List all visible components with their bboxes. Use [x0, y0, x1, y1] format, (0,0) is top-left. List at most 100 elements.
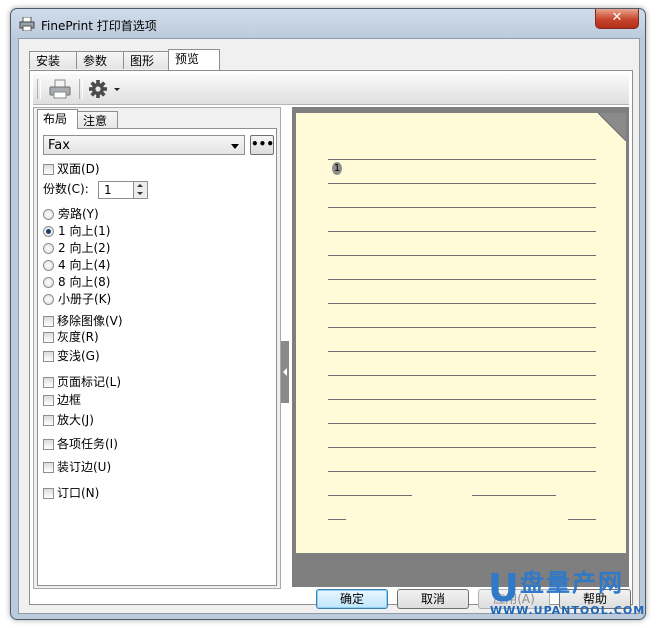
- watermark-url: WWW.UPANTOOL.COM: [490, 604, 646, 617]
- checkbox-label: 移除图像(V): [57, 314, 123, 328]
- pages-option-2up[interactable]: 2 向上(2): [43, 240, 110, 256]
- checkbox-label: 边框: [57, 393, 82, 407]
- site-watermark: U 盘量产网 WWW.UPANTOOL.COM: [488, 566, 648, 618]
- enlarge-checkbox[interactable]: 放大(J): [43, 412, 94, 428]
- radio-button[interactable]: [43, 209, 54, 220]
- text-line: [328, 375, 596, 376]
- toolbar: [33, 74, 629, 105]
- text-line: [328, 159, 596, 160]
- subtab-layout[interactable]: 布局: [37, 109, 78, 129]
- remove-images-checkbox[interactable]: 移除图像(V): [43, 313, 123, 329]
- checkbox-box[interactable]: [43, 164, 54, 175]
- spin-buttons: [133, 182, 147, 198]
- checkbox-label: 灰度(R): [57, 330, 99, 344]
- toolbar-grip: [37, 79, 41, 99]
- more-options-button[interactable]: •••: [250, 135, 274, 155]
- page-number-badge: 1: [332, 162, 342, 175]
- ok-button[interactable]: 确定: [316, 589, 388, 609]
- spin-down-button[interactable]: [134, 190, 147, 198]
- dialog-client: 安装 参数 图形 预览 布局 注意 Fax ••• 双面(D) 份数(C): 1…: [18, 38, 640, 614]
- subtab-notes[interactable]: 注意: [77, 111, 118, 129]
- text-line: [328, 495, 412, 496]
- watermark-logo: U: [488, 566, 519, 610]
- checkbox-label: 变浅(G): [57, 349, 100, 363]
- checkbox-label: 页面标记(L): [57, 375, 122, 389]
- text-line: [328, 423, 596, 424]
- border-checkbox[interactable]: 边框: [43, 392, 81, 408]
- checkbox-box[interactable]: [43, 395, 54, 406]
- preview-area: 1: [292, 107, 629, 587]
- printer-icon: [19, 17, 35, 31]
- lighten-checkbox[interactable]: 变浅(G): [43, 348, 100, 364]
- tab-graphics[interactable]: 图形: [123, 51, 169, 69]
- settings-menu-button[interactable]: [87, 77, 127, 101]
- text-line: [328, 471, 596, 472]
- checkbox-box[interactable]: [43, 377, 54, 388]
- radio-button[interactable]: [43, 243, 54, 254]
- pages-option-4up[interactable]: 4 向上(4): [43, 257, 110, 273]
- radio-label: 8 向上(8): [58, 275, 111, 289]
- radio-label: 旁路(Y): [58, 207, 99, 221]
- text-line: [328, 519, 346, 520]
- pages-option-booklet[interactable]: 小册子(K): [43, 291, 111, 307]
- checkbox-box[interactable]: [43, 488, 54, 499]
- radio-label: 2 向上(2): [58, 241, 111, 255]
- text-line: [328, 255, 596, 256]
- tab-parameters[interactable]: 参数: [76, 51, 124, 69]
- title-bar: FinePrint 打印首选项 ✕: [11, 9, 645, 39]
- window-title: FinePrint 打印首选项: [41, 19, 157, 33]
- radio-button-selected[interactable]: [43, 226, 54, 237]
- text-line: [328, 231, 596, 232]
- chevron-down-icon: [231, 144, 239, 149]
- copies-stepper[interactable]: 1: [98, 181, 148, 199]
- toolbar-separator: [79, 79, 83, 99]
- text-line: [328, 447, 596, 448]
- text-line: [328, 183, 596, 184]
- checkbox-box[interactable]: [43, 332, 54, 343]
- per-job-checkbox[interactable]: 各项任务(I): [43, 436, 118, 452]
- checkbox-box[interactable]: [43, 415, 54, 426]
- checkbox-box[interactable]: [43, 316, 54, 327]
- close-button[interactable]: ✕: [595, 9, 639, 29]
- printer-icon: [49, 79, 71, 99]
- pages-option-1up[interactable]: 1 向上(1): [43, 223, 110, 239]
- radio-button[interactable]: [43, 294, 54, 305]
- radio-button[interactable]: [43, 260, 54, 271]
- duplex-checkbox[interactable]: 双面(D): [43, 161, 100, 177]
- text-line: [328, 327, 596, 328]
- pane-splitter[interactable]: [281, 341, 289, 403]
- gutter-checkbox[interactable]: 订口(N): [43, 485, 99, 501]
- radio-label: 小册子(K): [58, 292, 112, 306]
- checkbox-label: 装订边(U): [57, 460, 112, 474]
- pages-option-8up[interactable]: 8 向上(8): [43, 274, 110, 290]
- checkbox-label: 订口(N): [57, 486, 100, 500]
- tab-preview[interactable]: 预览: [168, 49, 220, 70]
- binding-edge-checkbox[interactable]: 装订边(U): [43, 459, 111, 475]
- pages-option-bypass[interactable]: 旁路(Y): [43, 206, 99, 222]
- preview-tab-panel: 布局 注意 Fax ••• 双面(D) 份数(C): 1 旁路(Y) 1 向上(…: [29, 70, 633, 605]
- text-line: [328, 399, 596, 400]
- layout-panel: Fax ••• 双面(D) 份数(C): 1 旁路(Y) 1 向上(1) 2 向…: [37, 128, 277, 586]
- dialog-window: FinePrint 打印首选项 ✕ 安装 参数 图形 预览 布局 注意 Fax …: [10, 8, 646, 620]
- radio-button[interactable]: [43, 277, 54, 288]
- preview-page: 1: [296, 113, 626, 553]
- tab-install[interactable]: 安装: [29, 51, 77, 69]
- checkbox-box[interactable]: [43, 462, 54, 473]
- grayscale-checkbox[interactable]: 灰度(R): [43, 329, 99, 345]
- copies-label: 份数(C):: [43, 182, 89, 196]
- cancel-button[interactable]: 取消: [397, 589, 469, 609]
- form-select[interactable]: Fax: [43, 135, 245, 155]
- text-line: [568, 519, 596, 520]
- checkbox-label: 放大(J): [57, 413, 94, 427]
- page-fold-corner: [598, 113, 626, 141]
- checkbox-box[interactable]: [43, 351, 54, 362]
- print-button[interactable]: [47, 77, 73, 101]
- form-select-value: Fax: [48, 138, 70, 153]
- text-line: [472, 495, 556, 496]
- text-line: [328, 279, 596, 280]
- settings-pane: 布局 注意 Fax ••• 双面(D) 份数(C): 1 旁路(Y) 1 向上(…: [33, 107, 281, 589]
- radio-label: 4 向上(4): [58, 258, 111, 272]
- page-marks-checkbox[interactable]: 页面标记(L): [43, 374, 121, 390]
- checkbox-box[interactable]: [43, 439, 54, 450]
- copies-row: 份数(C): 1: [43, 181, 273, 199]
